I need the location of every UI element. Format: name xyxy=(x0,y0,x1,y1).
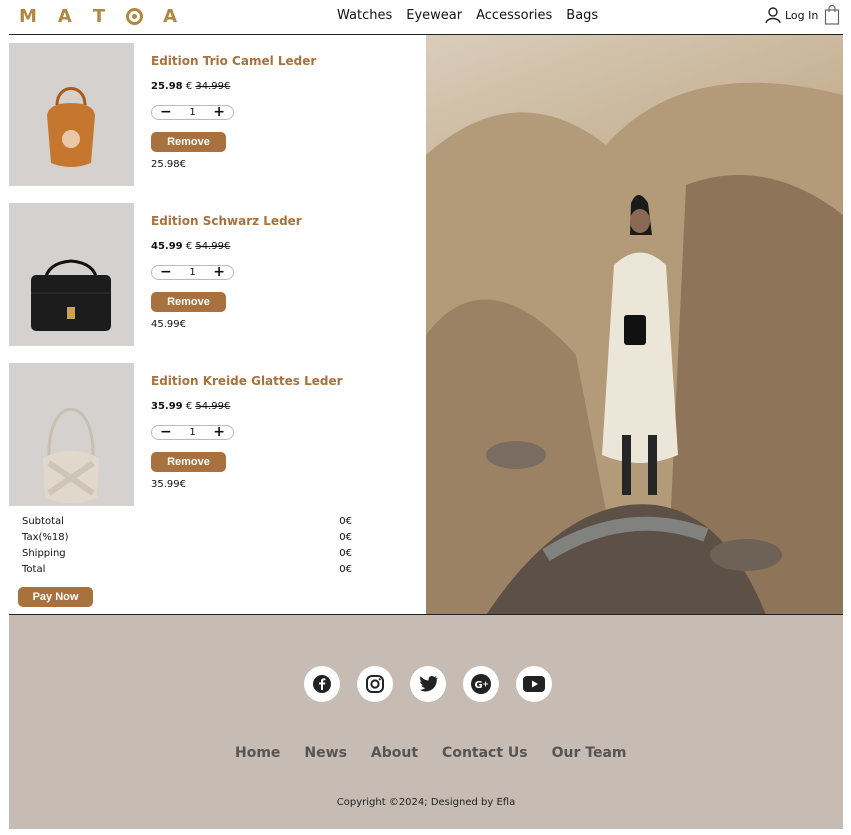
summary-row: Tax(%18) 0€ xyxy=(22,529,352,545)
summary-value: 0€ xyxy=(339,515,352,527)
product-name[interactable]: Edition Trio Camel Leder xyxy=(151,54,316,68)
quantity-stepper: − 1 + xyxy=(151,105,234,120)
cart-item: Edition Schwarz Leder 45.99 € 54.99€ − 1… xyxy=(9,195,426,346)
plus-icon[interactable]: + xyxy=(213,425,225,439)
quantity-stepper: − 1 + xyxy=(151,265,234,280)
order-summary: Subtotal 0€ Tax(%18) 0€ Shipping 0€ Tota… xyxy=(22,513,352,577)
nav-eyewear[interactable]: Eyewear xyxy=(406,8,462,23)
youtube-icon[interactable] xyxy=(516,666,552,702)
minus-icon[interactable]: − xyxy=(160,425,172,439)
logo[interactable]: M A T A xyxy=(19,6,178,27)
current-price: 45.99 xyxy=(151,241,183,252)
logo-letter: A xyxy=(57,6,73,27)
summary-value: 0€ xyxy=(339,531,352,543)
old-price: 34.99€ xyxy=(195,81,231,92)
footer-link-news[interactable]: News xyxy=(304,745,346,761)
old-price: 54.99€ xyxy=(195,401,231,412)
summary-label: Shipping xyxy=(22,547,66,559)
footer-link-home[interactable]: Home xyxy=(235,745,280,761)
quantity-value: 1 xyxy=(189,267,196,278)
summary-label: Total xyxy=(22,563,46,575)
nav-bags[interactable]: Bags xyxy=(566,8,598,23)
footer-link-team[interactable]: Our Team xyxy=(552,745,627,761)
remove-button[interactable]: Remove xyxy=(151,292,226,312)
product-name[interactable]: Edition Schwarz Leder xyxy=(151,214,302,228)
site-footer: G + Home News About Contact Us Our Team C… xyxy=(9,615,843,829)
instagram-icon[interactable] xyxy=(357,666,393,702)
current-price: 35.99 xyxy=(151,401,183,412)
facebook-icon[interactable] xyxy=(304,666,340,702)
logo-letter: A xyxy=(163,6,179,27)
price-line: 45.99 € 54.99€ xyxy=(151,241,230,252)
minus-icon[interactable]: − xyxy=(160,105,172,119)
current-price: 25.98 xyxy=(151,81,183,92)
line-total: 25.98€ xyxy=(151,159,186,170)
shopping-bag-icon[interactable] xyxy=(824,5,840,25)
user-icon[interactable] xyxy=(765,6,781,24)
account-area: Log In xyxy=(765,5,840,25)
logo-o-mark xyxy=(126,8,144,25)
main-nav: Watches Eyewear Accessories Bags xyxy=(337,8,598,23)
logo-letter: M xyxy=(19,6,38,27)
hero-image xyxy=(426,35,843,615)
pay-now-button[interactable]: Pay Now xyxy=(18,587,93,607)
summary-row: Shipping 0€ xyxy=(22,545,352,561)
line-total: 35.99€ xyxy=(151,479,186,490)
product-image xyxy=(9,203,134,346)
site-header: M A T A Watches Eyewear Accessories Bags… xyxy=(9,0,843,35)
old-price: 54.99€ xyxy=(195,241,231,252)
product-image xyxy=(9,43,134,186)
summary-value: 0€ xyxy=(339,563,352,575)
nav-watches[interactable]: Watches xyxy=(337,8,392,23)
svg-text:+: + xyxy=(482,680,489,689)
plus-icon[interactable]: + xyxy=(213,105,225,119)
cart-item: Edition Kreide Glattes Leder 35.99 € 54.… xyxy=(9,355,426,506)
nav-accessories[interactable]: Accessories xyxy=(476,8,552,23)
quantity-stepper: − 1 + xyxy=(151,425,234,440)
footer-nav: Home News About Contact Us Our Team xyxy=(235,745,627,761)
twitter-icon[interactable] xyxy=(410,666,446,702)
summary-label: Subtotal xyxy=(22,515,64,527)
social-links: G + xyxy=(304,666,552,702)
quantity-value: 1 xyxy=(189,107,196,118)
google-plus-icon[interactable]: G + xyxy=(463,666,499,702)
summary-row: Subtotal 0€ xyxy=(22,513,352,529)
summary-label: Tax(%18) xyxy=(22,531,69,543)
price-line: 35.99 € 54.99€ xyxy=(151,401,230,412)
minus-icon[interactable]: − xyxy=(160,265,172,279)
summary-value: 0€ xyxy=(339,547,352,559)
cart-item: Edition Trio Camel Leder 25.98 € 34.99€ … xyxy=(9,35,426,186)
logo-letter: T xyxy=(92,6,107,27)
quantity-value: 1 xyxy=(189,427,196,438)
currency: € xyxy=(185,401,193,412)
line-total: 45.99€ xyxy=(151,319,186,330)
currency: € xyxy=(185,81,193,92)
copyright: Copyright ©2024; Designed by Efla xyxy=(336,797,516,808)
login-link[interactable]: Log In xyxy=(785,9,818,22)
remove-button[interactable]: Remove xyxy=(151,132,226,152)
footer-link-about[interactable]: About xyxy=(371,745,418,761)
summary-row: Total 0€ xyxy=(22,561,352,577)
product-image xyxy=(9,363,134,506)
currency: € xyxy=(185,241,193,252)
product-name[interactable]: Edition Kreide Glattes Leder xyxy=(151,374,343,388)
footer-link-contact[interactable]: Contact Us xyxy=(442,745,528,761)
price-line: 25.98 € 34.99€ xyxy=(151,81,230,92)
remove-button[interactable]: Remove xyxy=(151,452,226,472)
plus-icon[interactable]: + xyxy=(213,265,225,279)
